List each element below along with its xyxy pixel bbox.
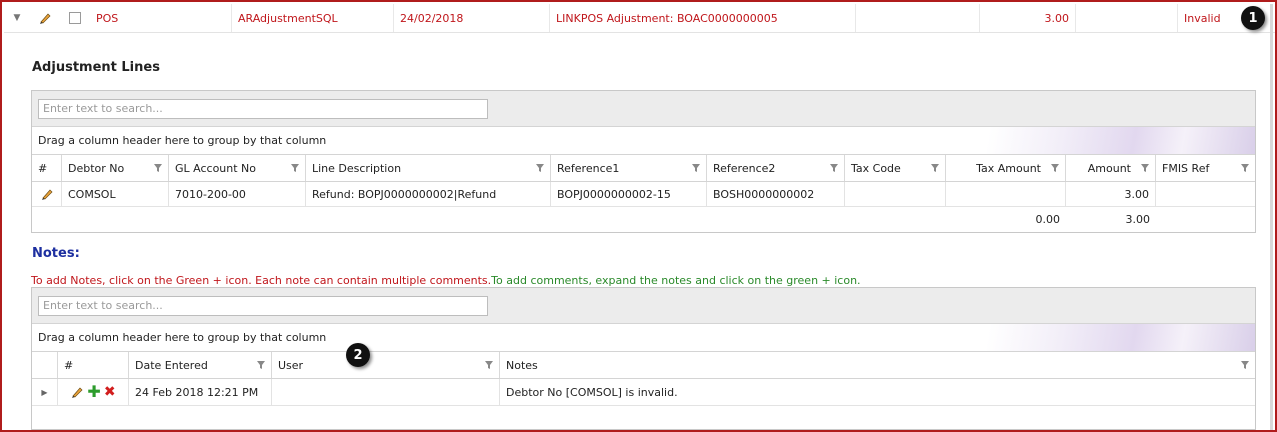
adjustment-search-input[interactable] bbox=[38, 98, 488, 119]
adjustment-group-panel[interactable]: Drag a column header here to group by th… bbox=[32, 127, 1255, 155]
select-checkbox[interactable] bbox=[60, 4, 90, 32]
add-comment-icon[interactable]: ✚ bbox=[87, 384, 100, 400]
filter-icon[interactable] bbox=[1241, 164, 1249, 172]
col-header-label: Line Description bbox=[312, 161, 402, 175]
notes-instruction-green: To add comments, expand the notes and cl… bbox=[491, 274, 861, 287]
status-cell: Invalid bbox=[1184, 11, 1221, 25]
expand-row-icon[interactable]: ▶ bbox=[32, 379, 58, 405]
col-header-label: User bbox=[278, 358, 304, 372]
tax-code-cell bbox=[845, 182, 946, 206]
col-header-label: # bbox=[64, 358, 74, 372]
col-header-gl-account[interactable]: GL Account No bbox=[169, 155, 306, 181]
col-header-label: # bbox=[38, 161, 48, 175]
date-entered-cell: 24 Feb 2018 12:21 PM bbox=[129, 379, 272, 405]
filter-icon[interactable] bbox=[931, 164, 939, 172]
scrollbar-edge[interactable] bbox=[1270, 4, 1273, 430]
delete-icon[interactable]: ✖ bbox=[104, 385, 116, 399]
tax-amount-cell bbox=[946, 182, 1066, 206]
col-header-label: Notes bbox=[506, 358, 538, 372]
reference2-cell: BOSH0000000002 bbox=[707, 182, 845, 206]
window-frame: ▼ POS ARAdjustmentSQL 24/02/2018 LINKPOS… bbox=[0, 0, 1277, 432]
user-cell bbox=[272, 379, 500, 405]
filter-icon[interactable] bbox=[1051, 164, 1059, 172]
notes-title: Notes: bbox=[32, 246, 80, 261]
col-header-tax-code[interactable]: Tax Code bbox=[845, 155, 946, 181]
col-header-amount[interactable]: Amount bbox=[1066, 155, 1156, 181]
amount-total: 3.00 bbox=[1125, 213, 1151, 226]
notes-instruction-red: To add Notes, click on the Green + icon.… bbox=[31, 274, 492, 287]
adjustment-lines-grid: Drag a column header here to group by th… bbox=[31, 90, 1256, 233]
col-header-expander bbox=[32, 352, 58, 378]
source-cell: POS bbox=[90, 4, 232, 32]
line-description-cell: Refund: BOPJ0000000002|Refund bbox=[306, 182, 551, 206]
callout-badge-1: 1 bbox=[1241, 6, 1265, 30]
master-row[interactable]: ▼ POS ARAdjustmentSQL 24/02/2018 LINKPOS… bbox=[4, 4, 1275, 33]
gl-account-cell: 7010-200-00 bbox=[169, 182, 306, 206]
amount-cell: 3.00 bbox=[1066, 182, 1156, 206]
col-header-label: Tax Amount bbox=[976, 161, 1041, 175]
notes-header-row: # Date Entered User Notes 2 bbox=[32, 343, 1255, 379]
reference1-cell: BOPJ0000000002-15 bbox=[551, 182, 707, 206]
filter-icon[interactable] bbox=[257, 361, 265, 369]
col-header-notes[interactable]: Notes bbox=[500, 352, 1255, 378]
date-cell: 24/02/2018 bbox=[394, 4, 550, 32]
notes-group-panel[interactable]: Drag a column header here to group by th… bbox=[32, 324, 1255, 352]
collapse-icon[interactable]: ▼ bbox=[4, 4, 30, 32]
col-header-index[interactable]: # bbox=[32, 155, 62, 181]
table-row[interactable]: ▶ ✚ ✖ 24 Feb 2018 12:21 PM Debtor No [CO… bbox=[32, 379, 1255, 406]
fmis-ref-cell bbox=[1156, 182, 1255, 206]
notes-cell: Debtor No [COMSOL] is invalid. bbox=[506, 385, 678, 399]
description-cell: LINKPOS Adjustment: BOAC0000000005 bbox=[550, 4, 856, 32]
filter-icon[interactable] bbox=[1141, 164, 1149, 172]
empty-cell bbox=[856, 4, 980, 32]
edit-pencil-icon[interactable] bbox=[30, 4, 60, 32]
debtor-no-cell: COMSOL bbox=[62, 182, 169, 206]
filter-icon[interactable] bbox=[692, 164, 700, 172]
col-header-label: Reference1 bbox=[557, 161, 620, 175]
filter-icon[interactable] bbox=[536, 164, 544, 172]
col-header-reference1[interactable]: Reference1 bbox=[551, 155, 707, 181]
table-row[interactable]: COMSOL 7010-200-00 Refund: BOPJ000000000… bbox=[32, 182, 1255, 207]
notes-search-input[interactable] bbox=[38, 295, 488, 316]
col-header-label: FMIS Ref bbox=[1162, 161, 1210, 175]
filter-icon[interactable] bbox=[154, 164, 162, 172]
callout-badge-2: 2 bbox=[346, 343, 370, 367]
col-header-index[interactable]: # bbox=[58, 352, 129, 378]
notes-search-bar bbox=[32, 288, 1255, 324]
col-header-tax-amount[interactable]: Tax Amount bbox=[946, 155, 1066, 181]
tax-amount-total: 0.00 bbox=[1035, 213, 1061, 226]
filter-icon[interactable] bbox=[1241, 361, 1249, 369]
col-header-label: GL Account No bbox=[175, 161, 257, 175]
col-header-label: Debtor No bbox=[68, 161, 125, 175]
col-header-reference2[interactable]: Reference2 bbox=[707, 155, 845, 181]
row-edit-icon[interactable] bbox=[32, 182, 62, 206]
note-actions: ✚ ✖ bbox=[58, 379, 129, 405]
col-header-label: Tax Code bbox=[851, 161, 901, 175]
amount-cell: 3.00 bbox=[980, 4, 1076, 32]
filter-icon[interactable] bbox=[291, 164, 299, 172]
notes-instructions: To add Notes, click on the Green + icon.… bbox=[31, 274, 861, 287]
adjustment-lines-title: Adjustment Lines bbox=[32, 60, 160, 75]
col-header-debtor-no[interactable]: Debtor No bbox=[62, 155, 169, 181]
adjustment-header-row: # Debtor No GL Account No Line Descripti… bbox=[32, 155, 1255, 182]
col-header-fmis-ref[interactable]: FMIS Ref bbox=[1156, 155, 1255, 181]
col-header-label: Date Entered bbox=[135, 358, 208, 372]
notes-grid: Drag a column header here to group by th… bbox=[31, 287, 1256, 430]
edit-pencil-icon[interactable] bbox=[70, 385, 84, 399]
filter-icon[interactable] bbox=[485, 361, 493, 369]
col-header-date-entered[interactable]: Date Entered bbox=[129, 352, 272, 378]
col-header-line-description[interactable]: Line Description bbox=[306, 155, 551, 181]
adjustment-search-bar bbox=[32, 91, 1255, 127]
col-header-label: Amount bbox=[1087, 161, 1131, 175]
filter-icon[interactable] bbox=[830, 164, 838, 172]
totals-row: 0.00 3.00 bbox=[32, 207, 1255, 232]
col-header-user[interactable]: User bbox=[272, 352, 500, 378]
sql-name-cell: ARAdjustmentSQL bbox=[232, 4, 394, 32]
empty-cell-2 bbox=[1076, 4, 1178, 32]
col-header-label: Reference2 bbox=[713, 161, 776, 175]
